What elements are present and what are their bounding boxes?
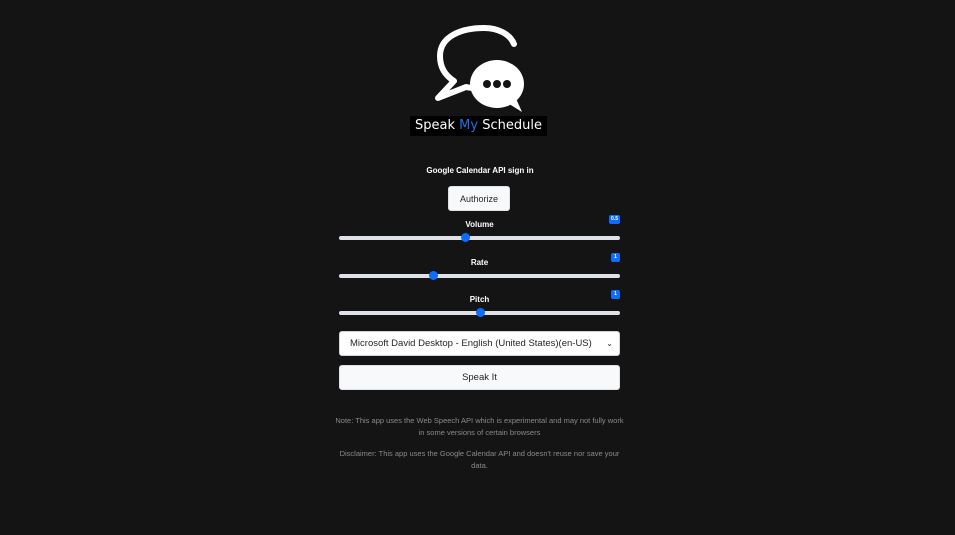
app-title-part3: Schedule	[478, 118, 542, 133]
voice-select[interactable]: Microsoft David Desktop - English (Unite…	[339, 331, 620, 356]
volume-value-badge: 0.5	[609, 215, 620, 224]
volume-slider-thumb[interactable]	[461, 233, 471, 242]
pitch-value-badge: 1	[611, 290, 620, 299]
note-text: Note: This app uses the Web Speech API w…	[335, 416, 624, 437]
authorize-button[interactable]: Authorize	[448, 186, 510, 211]
volume-label: Volume	[465, 220, 494, 229]
pitch-slider[interactable]	[339, 308, 620, 317]
volume-slider[interactable]	[339, 233, 620, 242]
rate-value-badge: 1	[611, 253, 620, 262]
speak-it-button[interactable]: Speak It	[339, 365, 620, 390]
pitch-slider-group: Pitch 1	[339, 290, 620, 325]
rate-slider-group: Rate 1	[339, 253, 620, 288]
voice-select-value: Microsoft David Desktop - English (Unite…	[350, 338, 592, 349]
volume-slider-group: Volume 0.5	[339, 215, 620, 250]
page: Speak My Schedule Google Calendar API si…	[0, 0, 955, 535]
app-title-part1: Speak	[415, 118, 460, 133]
app-title: Speak My Schedule	[410, 116, 547, 136]
signin-label: Google Calendar API sign in	[426, 166, 534, 175]
rate-slider[interactable]	[339, 271, 620, 280]
rate-label: Rate	[470, 258, 489, 267]
chevron-down-icon: ⌄	[606, 339, 613, 348]
pitch-label: Pitch	[469, 295, 490, 304]
app-title-accent: My	[459, 118, 479, 133]
rate-slider-thumb[interactable]	[429, 271, 439, 280]
pitch-slider-thumb[interactable]	[475, 308, 485, 317]
disclaimer-text: Disclaimer: This app uses the Google Cal…	[339, 449, 620, 470]
chat-bubbles-icon	[435, 25, 524, 112]
